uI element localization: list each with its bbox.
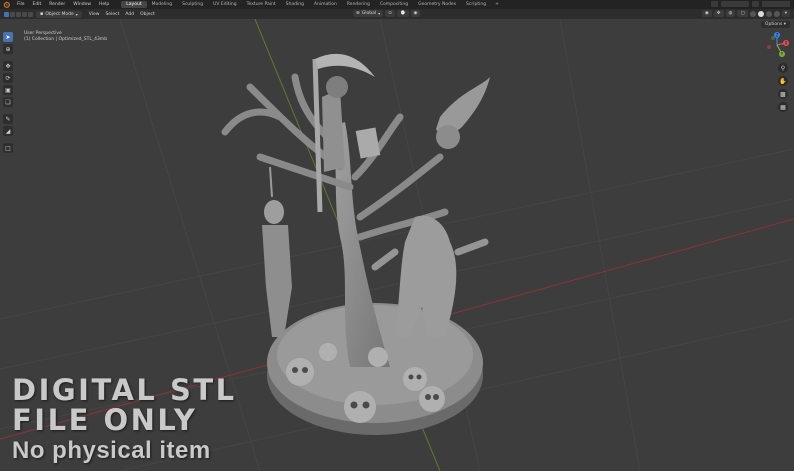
x-axis-label: X <box>785 41 788 46</box>
cursor-tool-icon[interactable]: ⊕ <box>3 44 13 54</box>
tab-uv-editing[interactable]: UV Editing <box>208 1 241 8</box>
tab-scripting[interactable]: Scripting <box>461 1 491 8</box>
zoom-icon[interactable]: ⚲ <box>778 63 788 73</box>
3d-viewport[interactable]: User Perspective (1) Collection | Optimi… <box>0 19 794 471</box>
proportional-editing-button[interactable]: ◉ <box>410 10 421 17</box>
navigation-buttons: ⚲ ✋ ▩ ▦ <box>778 63 788 112</box>
pivot-point-button[interactable]: ⊙ <box>385 10 395 17</box>
rotate-tool-icon[interactable]: ⟳ <box>3 73 13 83</box>
tab-texture-paint[interactable]: Texture Paint <box>242 1 281 8</box>
notice-line-3: No physical item <box>12 437 211 464</box>
mode-label: Object Mode <box>45 11 74 17</box>
visibility-button[interactable]: ◉ <box>701 10 712 17</box>
chevron-down-icon: ▾ <box>75 11 78 17</box>
tab-animation[interactable]: Animation <box>309 1 342 8</box>
selection-mode-group <box>4 11 33 17</box>
add-cube-tool-icon[interactable]: □ <box>3 143 13 153</box>
z-axis-label: Z <box>776 33 779 38</box>
object-mode-icon: ▪ <box>40 11 44 17</box>
view-layer-icon[interactable] <box>752 1 759 7</box>
transform-controls: ⊕ Global ▾ ⊙ ⌚ ◉ <box>353 10 421 17</box>
navigation-gizmo[interactable]: X Y Z <box>764 32 790 58</box>
options-button[interactable]: Options ▾ <box>760 21 790 28</box>
shading-controls: ◉ ✥ ◍ ▢ ▾ <box>701 10 790 17</box>
menu-file[interactable]: File <box>13 2 29 7</box>
menu-render[interactable]: Render <box>45 2 69 7</box>
3d-model[interactable] <box>200 37 500 449</box>
notice-line-2: FILE ONLY <box>12 403 198 437</box>
chevron-down-icon: ▾ <box>378 11 381 16</box>
orientation-label: Global <box>361 11 377 16</box>
measure-tool-icon[interactable]: ◢ <box>3 126 13 136</box>
viewport-header: ▪ Object Mode ▾ View Select Add Object ⊕… <box>0 9 794 19</box>
transform-orientation-select[interactable]: ⊕ Global ▾ <box>353 10 384 17</box>
top-menu-bar: File Edit Render Window Help Layout Mode… <box>0 0 794 9</box>
select-extend-icon[interactable] <box>10 11 15 17</box>
menu-help[interactable]: Help <box>95 2 113 7</box>
tab-rendering[interactable]: Rendering <box>342 1 375 8</box>
menu-add[interactable]: Add <box>122 11 137 18</box>
scale-tool-icon[interactable]: ▣ <box>3 85 13 95</box>
tab-sculpting[interactable]: Sculpting <box>177 1 208 8</box>
camera-view-icon[interactable]: ▩ <box>778 89 788 99</box>
material-shading-icon[interactable] <box>765 10 772 17</box>
menu-select[interactable]: Select <box>102 11 122 18</box>
menu-window[interactable]: Window <box>69 2 95 7</box>
notice-line-1: DIGITAL STL <box>12 373 237 407</box>
blender-logo-icon[interactable] <box>3 1 10 8</box>
select-intersect-icon[interactable] <box>28 11 33 17</box>
select-box-icon[interactable] <box>4 11 9 17</box>
scene-field[interactable] <box>721 1 749 7</box>
mode-selector[interactable]: ▪ Object Mode ▾ <box>36 10 82 18</box>
select-tool-icon[interactable]: ➤ <box>3 32 13 42</box>
select-invert-icon[interactable] <box>22 11 27 17</box>
wireframe-shading-icon[interactable] <box>749 10 756 17</box>
collection-info: (1) Collection | Optimized_STL_43mb <box>24 37 108 42</box>
rendered-shading-icon[interactable] <box>773 10 780 17</box>
chevron-down-icon: ▾ <box>783 22 786 27</box>
scene-icon[interactable] <box>711 1 718 7</box>
tab-geometry-nodes[interactable]: Geometry Nodes <box>413 1 461 8</box>
tab-shading[interactable]: Shading <box>281 1 309 8</box>
pan-hand-icon[interactable]: ✋ <box>778 76 788 86</box>
gizmo-toggle-button[interactable]: ✥ <box>713 10 724 17</box>
options-label: Options <box>764 22 783 27</box>
tool-shelf: ➤ ⊕ ✥ ⟳ ▣ ❏ ✎ ◢ □ <box>3 32 13 153</box>
menu-view[interactable]: View <box>86 11 103 18</box>
y-axis-label: Y <box>780 52 784 57</box>
menu-edit[interactable]: Edit <box>29 2 46 7</box>
digital-file-notice: DIGITAL STL FILE ONLY No physical item <box>12 375 237 465</box>
orientation-icon: ⊕ <box>356 11 360 16</box>
select-subtract-icon[interactable] <box>16 11 21 17</box>
move-tool-icon[interactable]: ✥ <box>3 61 13 71</box>
transform-tool-icon[interactable]: ❏ <box>3 97 13 107</box>
menu-object[interactable]: Object <box>137 11 158 18</box>
viewport-info: User Perspective (1) Collection | Optimi… <box>24 31 107 43</box>
solid-shading-icon[interactable] <box>757 10 764 17</box>
grid-view-icon[interactable]: ▦ <box>778 102 788 112</box>
tab-compositing[interactable]: Compositing <box>375 1 413 8</box>
add-workspace-button[interactable]: + <box>491 2 503 7</box>
scene-selectors <box>711 1 790 7</box>
shading-options-button[interactable]: ▾ <box>781 10 790 17</box>
annotate-tool-icon[interactable]: ✎ <box>3 114 13 124</box>
tab-layout[interactable]: Layout <box>121 1 147 8</box>
overlay-toggle-button[interactable]: ◍ <box>725 10 736 17</box>
tab-modeling[interactable]: Modeling <box>147 1 177 8</box>
xray-toggle-button[interactable]: ▢ <box>737 10 748 17</box>
snap-button[interactable]: ⌚ <box>396 10 409 17</box>
view-layer-field[interactable] <box>762 1 790 7</box>
